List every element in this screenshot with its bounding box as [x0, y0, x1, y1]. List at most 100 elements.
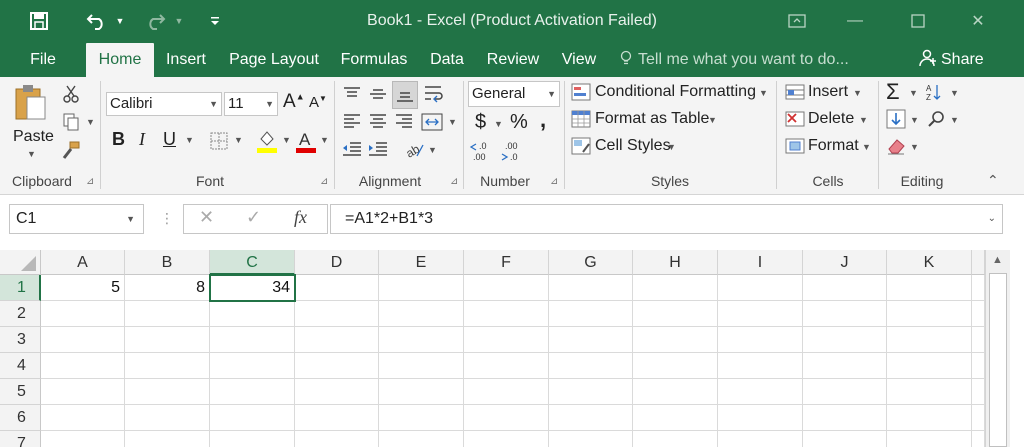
collapse-ribbon-icon[interactable]: ⌃ [987, 172, 999, 189]
format-as-table-button[interactable]: Format as Table [595, 110, 709, 128]
tab-data[interactable]: Data [422, 43, 472, 77]
underline-button[interactable]: U [163, 129, 176, 150]
cell-k2[interactable] [887, 301, 972, 327]
row-header-7[interactable]: 7 [0, 431, 41, 447]
tab-formulas[interactable]: Formulas [334, 43, 414, 77]
cell-e6[interactable] [379, 405, 464, 431]
cell-k3[interactable] [887, 327, 972, 353]
font-color-dropdown-icon[interactable]: ▼ [320, 135, 329, 145]
column-header-partial[interactable] [972, 250, 985, 275]
cell-k5[interactable] [887, 379, 972, 405]
fill-color-icon[interactable] [254, 128, 280, 154]
enter-icon[interactable]: ✓ [246, 207, 261, 228]
row-header-5[interactable]: 5 [0, 379, 41, 405]
cell-b2[interactable] [125, 301, 210, 327]
cell-f1[interactable] [464, 275, 549, 301]
merge-dropdown-icon[interactable]: ▼ [448, 117, 457, 127]
cell-f2[interactable] [464, 301, 549, 327]
cell-j5[interactable] [803, 379, 887, 405]
find-select-icon[interactable] [926, 108, 948, 130]
fill-dropdown-icon[interactable]: ▼ [910, 115, 919, 125]
cell-h1[interactable] [633, 275, 718, 301]
fill-down-icon[interactable] [884, 108, 908, 130]
tab-home[interactable]: Home [86, 43, 154, 77]
row-header-4[interactable]: 4 [0, 353, 41, 379]
currency-button[interactable]: $ [475, 111, 486, 134]
middle-align-icon[interactable] [367, 83, 389, 105]
tab-file[interactable]: File [14, 43, 72, 77]
increase-indent-icon[interactable] [367, 139, 389, 161]
font-color-icon[interactable]: A [294, 128, 318, 154]
cell-d6[interactable] [295, 405, 379, 431]
cell-partial[interactable] [972, 431, 985, 447]
decrease-decimal-icon[interactable]: .00.0 [500, 139, 528, 163]
select-all-button[interactable] [0, 250, 41, 275]
cell-e1[interactable] [379, 275, 464, 301]
column-header-e[interactable]: E [379, 250, 464, 275]
cell-styles-button[interactable]: Cell Styles [595, 137, 671, 155]
cell-c5[interactable] [210, 379, 295, 405]
format-cells-button[interactable]: Format [808, 137, 859, 155]
paste-icon[interactable] [12, 83, 50, 123]
sort-filter-icon[interactable]: AZ [924, 82, 948, 102]
cell-j6[interactable] [803, 405, 887, 431]
cut-icon[interactable] [60, 83, 82, 105]
cell-g3[interactable] [549, 327, 633, 353]
tell-me-box[interactable]: Tell me what you want to do... [620, 43, 849, 77]
cell-g5[interactable] [549, 379, 633, 405]
cell-h5[interactable] [633, 379, 718, 405]
maximize-icon[interactable] [903, 8, 933, 34]
cell-e4[interactable] [379, 353, 464, 379]
font-launcher-icon[interactable]: ⊿ [320, 176, 328, 187]
cell-a1[interactable]: 5 [41, 275, 125, 301]
format-as-table-icon[interactable] [570, 108, 592, 130]
ribbon-display-options-icon[interactable] [782, 8, 812, 34]
column-header-f[interactable]: F [464, 250, 549, 275]
cell-a2[interactable] [41, 301, 125, 327]
cell-i5[interactable] [718, 379, 803, 405]
cell-f6[interactable] [464, 405, 549, 431]
fill-color-dropdown-icon[interactable]: ▼ [282, 135, 291, 145]
cell-e3[interactable] [379, 327, 464, 353]
cell-k4[interactable] [887, 353, 972, 379]
cell-g4[interactable] [549, 353, 633, 379]
expand-formula-bar-icon[interactable]: ⌄ [988, 205, 996, 233]
cell-b1[interactable]: 8 [125, 275, 210, 301]
copy-dropdown-icon[interactable]: ▼ [86, 117, 95, 127]
merge-center-icon[interactable] [420, 111, 444, 133]
sort-filter-dropdown-icon[interactable]: ▼ [950, 88, 959, 98]
underline-dropdown-icon[interactable]: ▼ [185, 135, 194, 145]
borders-dropdown-icon[interactable]: ▼ [234, 135, 243, 145]
comma-button[interactable]: , [540, 107, 546, 133]
share-button[interactable]: Share [915, 43, 1024, 77]
borders-icon[interactable] [208, 130, 230, 152]
formula-input[interactable]: =A1*2+B1*3 ⌄ [330, 204, 1003, 234]
delete-cells-button[interactable]: Delete [808, 110, 854, 128]
cell-a7[interactable] [41, 431, 125, 447]
cell-j3[interactable] [803, 327, 887, 353]
alignment-launcher-icon[interactable]: ⊿ [450, 176, 458, 187]
orientation-icon[interactable]: ab [404, 139, 426, 161]
top-align-icon[interactable] [341, 83, 363, 105]
delete-cells-icon[interactable] [784, 109, 806, 129]
cell-c7[interactable] [210, 431, 295, 447]
cell-d1[interactable] [295, 275, 379, 301]
cell-g2[interactable] [549, 301, 633, 327]
cell-k6[interactable] [887, 405, 972, 431]
cell-partial[interactable] [972, 275, 985, 301]
paste-dropdown-icon[interactable]: ▼ [27, 149, 36, 159]
cell-f7[interactable] [464, 431, 549, 447]
cell-c2[interactable] [210, 301, 295, 327]
cell-h3[interactable] [633, 327, 718, 353]
cell-c4[interactable] [210, 353, 295, 379]
column-header-c[interactable]: C [210, 250, 295, 275]
font-size-select[interactable]: 11 ▼ [224, 92, 278, 116]
cell-i1[interactable] [718, 275, 803, 301]
tab-review[interactable]: Review [480, 43, 546, 77]
bold-button[interactable]: B [112, 129, 125, 150]
cell-c3[interactable] [210, 327, 295, 353]
cell-d2[interactable] [295, 301, 379, 327]
cell-e7[interactable] [379, 431, 464, 447]
cell-b7[interactable] [125, 431, 210, 447]
conditional-formatting-icon[interactable] [570, 81, 592, 103]
